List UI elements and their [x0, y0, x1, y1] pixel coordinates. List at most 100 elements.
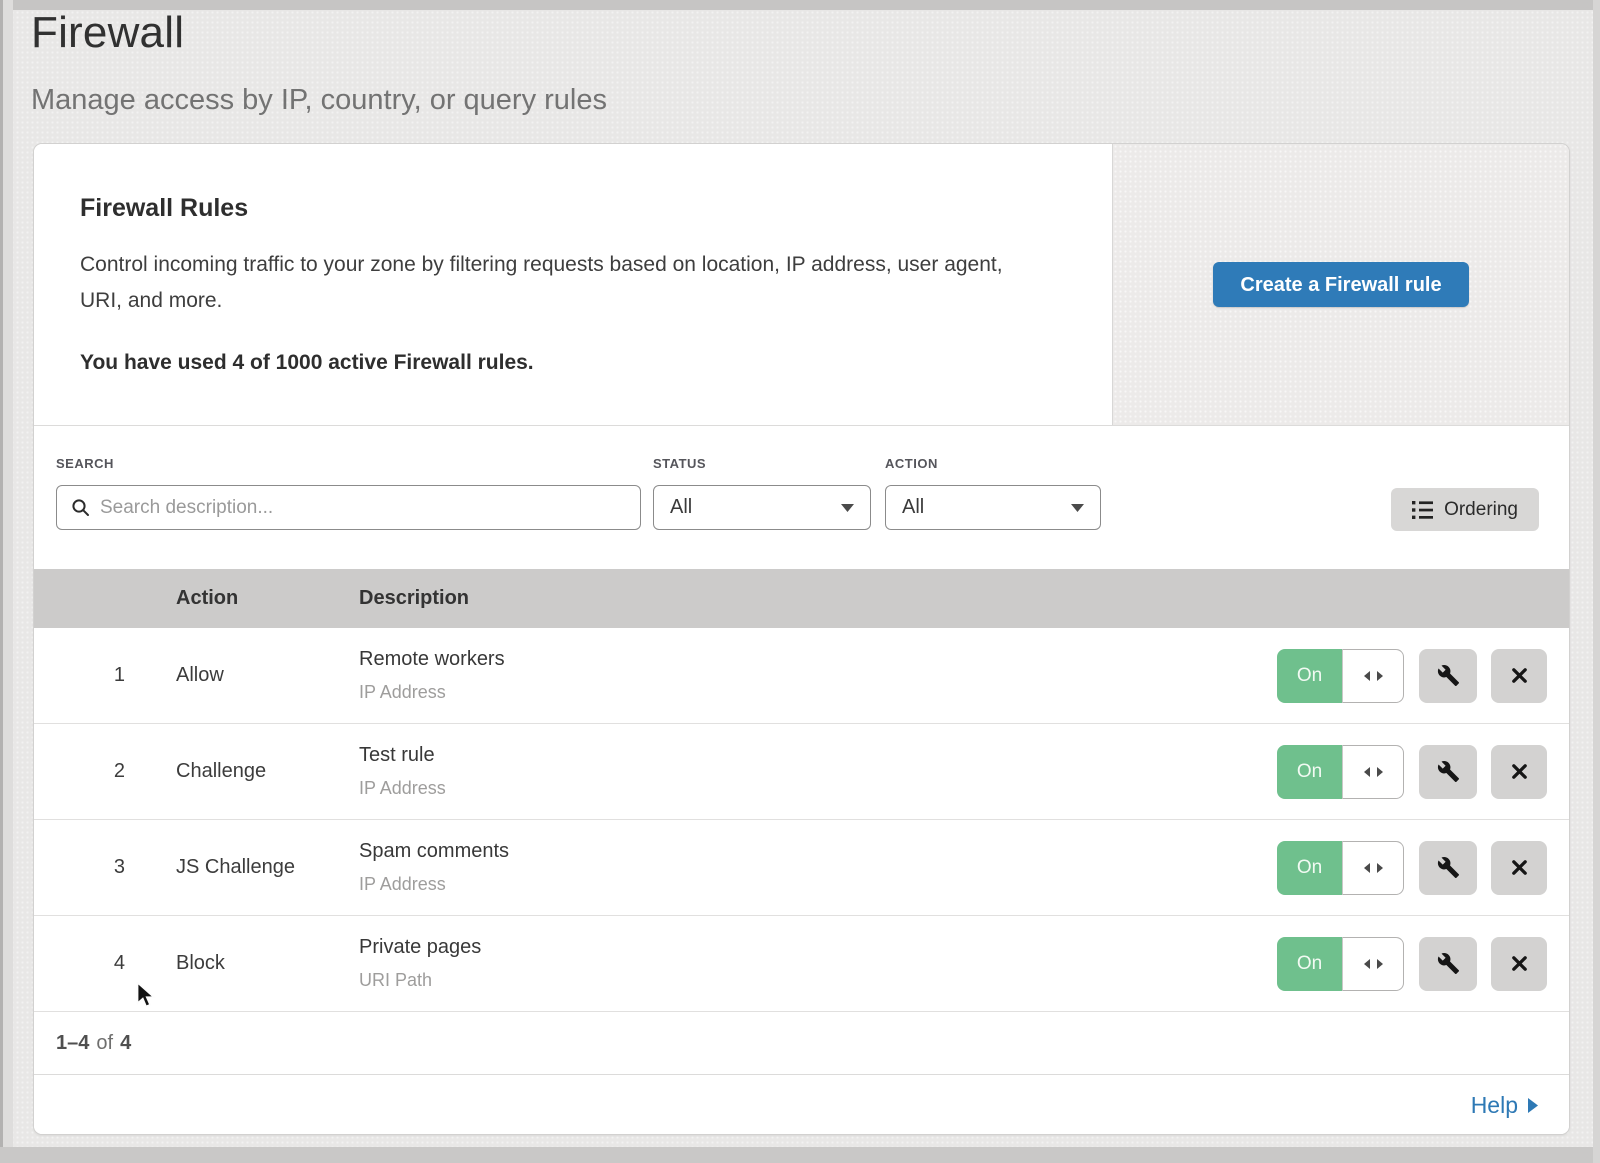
ordering-button[interactable]: Ordering	[1391, 488, 1539, 531]
rule-priority: 1	[56, 664, 141, 687]
rule-description-cell: Spam comments IP Address	[331, 840, 1277, 895]
rule-controls: On	[1277, 649, 1547, 703]
reorder-arrows-icon	[1362, 958, 1385, 970]
toggle-on-state[interactable]: On	[1277, 745, 1342, 799]
pagination-bar: 1–4 of 4	[34, 1012, 1569, 1074]
delete-rule-button[interactable]	[1491, 937, 1547, 991]
rule-toggle[interactable]: On	[1277, 937, 1404, 991]
description-column-header: Description	[331, 587, 1277, 610]
close-icon	[1510, 954, 1529, 973]
reorder-arrows-icon	[1362, 766, 1385, 778]
search-input-box[interactable]	[56, 485, 641, 530]
firewall-rules-card: Firewall Rules Control incoming traffic …	[33, 143, 1570, 1135]
rules-intro-text: Firewall Rules Control incoming traffic …	[34, 144, 1112, 425]
rule-description: Remote workers	[359, 648, 1277, 671]
toggle-on-state[interactable]: On	[1277, 937, 1342, 991]
create-firewall-rule-button[interactable]: Create a Firewall rule	[1213, 262, 1468, 307]
rule-match-field: URI Path	[359, 970, 1277, 991]
wrench-icon	[1437, 952, 1460, 975]
edit-rule-button[interactable]	[1419, 937, 1477, 991]
wrench-icon	[1437, 856, 1460, 879]
rules-card-title: Firewall Rules	[80, 194, 1052, 223]
chevron-down-icon	[1071, 504, 1084, 512]
search-icon	[71, 498, 90, 517]
table-row: 1 Allow Remote workers IP Address On	[34, 628, 1569, 724]
delete-rule-button[interactable]	[1491, 649, 1547, 703]
rule-description: Spam comments	[359, 840, 1277, 863]
rule-action: Challenge	[141, 760, 331, 783]
action-filter-group: ACTION All	[885, 456, 1101, 530]
rule-priority: 4	[56, 952, 141, 975]
rule-controls: On	[1277, 937, 1547, 991]
action-select[interactable]: All	[885, 485, 1101, 530]
toggle-on-state[interactable]: On	[1277, 841, 1342, 895]
pagination-total: 4	[120, 1032, 131, 1055]
action-selected-value: All	[902, 496, 924, 519]
pagination-of: of	[96, 1032, 113, 1055]
reorder-handle[interactable]	[1342, 649, 1404, 703]
help-link[interactable]: Help	[1471, 1092, 1538, 1119]
close-icon	[1510, 858, 1529, 877]
rules-table-header: Action Description	[34, 569, 1569, 628]
firewall-page: { "page_header": { "title": "Firewall", …	[0, 0, 1600, 1163]
search-label: SEARCH	[56, 456, 641, 471]
delete-rule-button[interactable]	[1491, 745, 1547, 799]
close-icon	[1510, 762, 1529, 781]
window-edge-left	[0, 0, 13, 1163]
rules-card-description: Control incoming traffic to your zone by…	[80, 247, 1030, 319]
window-edge-bottom	[0, 1147, 1600, 1163]
table-row: 4 Block Private pages URI Path On	[34, 916, 1569, 1012]
rule-description-cell: Remote workers IP Address	[331, 648, 1277, 703]
rule-action: Allow	[141, 664, 331, 687]
status-label: STATUS	[653, 456, 871, 471]
status-selected-value: All	[670, 496, 692, 519]
page-header: Firewall Manage access by IP, country, o…	[31, 8, 607, 117]
page-title: Firewall	[31, 8, 607, 58]
filter-bar: SEARCH STATUS All ACTION All	[34, 426, 1569, 569]
table-row: 2 Challenge Test rule IP Address On	[34, 724, 1569, 820]
search-input[interactable]	[100, 497, 626, 519]
help-link-label: Help	[1471, 1092, 1518, 1119]
rule-action: Block	[141, 952, 331, 975]
wrench-icon	[1437, 664, 1460, 687]
delete-rule-button[interactable]	[1491, 841, 1547, 895]
pagination-range: 1–4	[56, 1032, 89, 1055]
create-rule-panel: Create a Firewall rule	[1112, 144, 1569, 425]
window-edge-right	[1593, 0, 1600, 1163]
rule-description: Private pages	[359, 936, 1277, 959]
rule-match-field: IP Address	[359, 778, 1277, 799]
toggle-on-state[interactable]: On	[1277, 649, 1342, 703]
reorder-handle[interactable]	[1342, 745, 1404, 799]
edit-rule-button[interactable]	[1419, 649, 1477, 703]
reorder-arrows-icon	[1362, 670, 1385, 682]
search-filter-group: SEARCH	[56, 456, 641, 530]
page-subtitle: Manage access by IP, country, or query r…	[31, 84, 607, 117]
rule-priority: 2	[56, 760, 141, 783]
action-column-header: Action	[141, 587, 331, 610]
reorder-arrows-icon	[1362, 862, 1385, 874]
rules-usage-note: You have used 4 of 1000 active Firewall …	[80, 351, 1052, 375]
rule-match-field: IP Address	[359, 682, 1277, 703]
rule-description-cell: Test rule IP Address	[331, 744, 1277, 799]
close-icon	[1510, 666, 1529, 685]
edit-rule-button[interactable]	[1419, 745, 1477, 799]
ordering-button-label: Ordering	[1444, 499, 1518, 521]
rule-match-field: IP Address	[359, 874, 1277, 895]
rule-description: Test rule	[359, 744, 1277, 767]
chevron-down-icon	[841, 504, 854, 512]
ordered-list-icon	[1412, 501, 1433, 519]
rule-action: JS Challenge	[141, 856, 331, 879]
rules-intro-section: Firewall Rules Control incoming traffic …	[34, 144, 1569, 426]
reorder-handle[interactable]	[1342, 937, 1404, 991]
status-select[interactable]: All	[653, 485, 871, 530]
rule-controls: On	[1277, 745, 1547, 799]
rule-priority: 3	[56, 856, 141, 879]
rule-controls: On	[1277, 841, 1547, 895]
edit-rule-button[interactable]	[1419, 841, 1477, 895]
reorder-handle[interactable]	[1342, 841, 1404, 895]
rule-toggle[interactable]: On	[1277, 745, 1404, 799]
rule-toggle[interactable]: On	[1277, 841, 1404, 895]
table-row: 3 JS Challenge Spam comments IP Address …	[34, 820, 1569, 916]
rule-toggle[interactable]: On	[1277, 649, 1404, 703]
action-label: ACTION	[885, 456, 1101, 471]
